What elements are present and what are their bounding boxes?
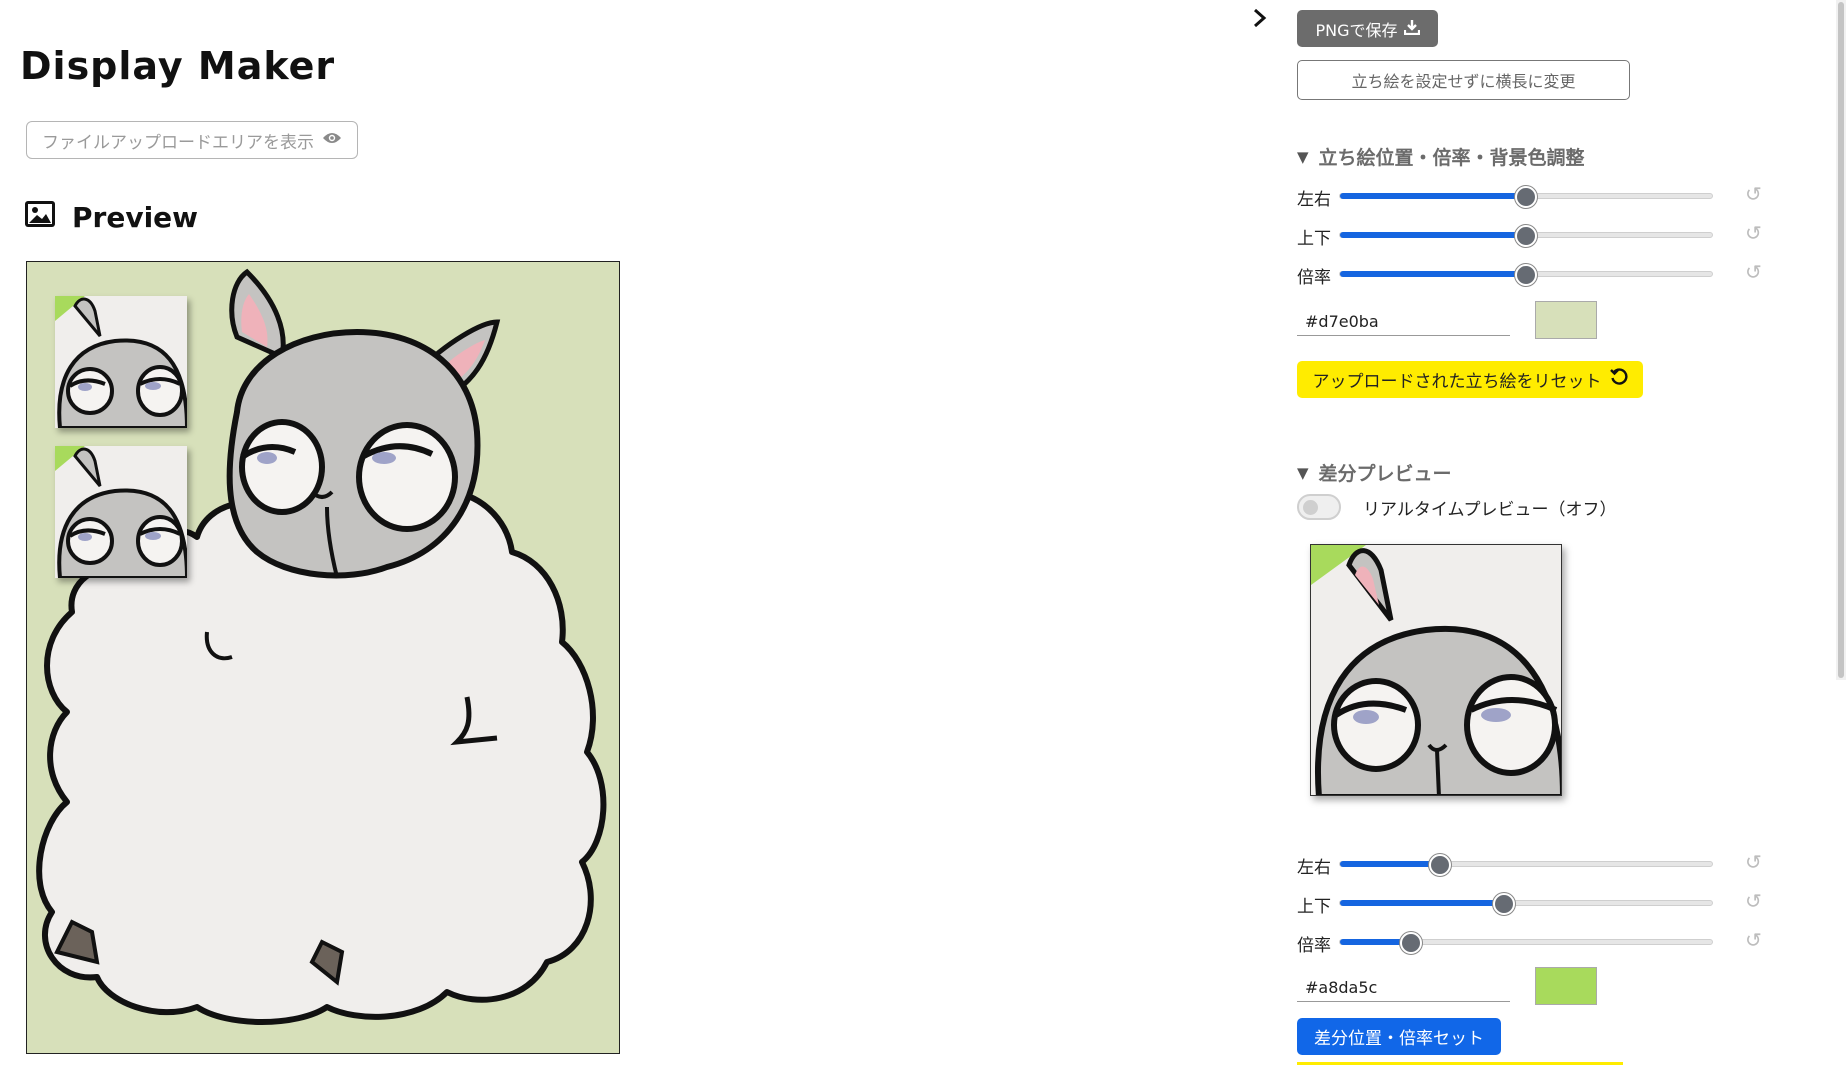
reset-icon[interactable]: ↺ — [1745, 182, 1762, 206]
diff-color-field[interactable] — [1297, 968, 1510, 1002]
background-color-field[interactable] — [1297, 302, 1510, 336]
slider-knob[interactable] — [1515, 225, 1537, 247]
position-section-header[interactable]: ▼ 立ち絵位置・倍率・背景色調整 — [1297, 143, 1585, 170]
slider-track[interactable] — [1339, 854, 1713, 876]
slider-horizontal: 左右 ↺ — [1297, 180, 1767, 210]
triangle-down-icon: ▼ — [1297, 147, 1309, 166]
slider-knob[interactable] — [1515, 186, 1537, 208]
app-title: Display Maker — [20, 44, 336, 88]
show-upload-area-button[interactable]: ファイルアップロードエリアを表示 — [26, 121, 358, 159]
save-png-label: PNGで保存 — [1315, 20, 1398, 40]
undo-icon — [1609, 368, 1628, 391]
slider-knob[interactable] — [1429, 854, 1452, 876]
diff-slider-scale: 倍率 ↺ — [1297, 926, 1767, 956]
eye-icon — [322, 130, 342, 150]
image-icon — [24, 200, 56, 235]
preview-heading: Preview — [24, 200, 198, 235]
slider-vertical: 上下 ↺ — [1297, 219, 1767, 249]
slider-scale: 倍率 ↺ — [1297, 258, 1767, 288]
reset-uploaded-button[interactable]: アップロードされた立ち絵をリセット — [1297, 361, 1643, 398]
diff-preview-image — [1310, 544, 1562, 796]
slider-fill — [1340, 900, 1504, 906]
diff-color-swatch[interactable] — [1535, 967, 1597, 1005]
slider-track[interactable] — [1339, 932, 1713, 954]
slider-label: 上下 — [1297, 897, 1331, 917]
slider-track[interactable] — [1339, 186, 1713, 208]
diff-thumbnail-1 — [55, 296, 187, 428]
reset-icon[interactable]: ↺ — [1745, 221, 1762, 245]
slider-knob[interactable] — [1399, 932, 1422, 954]
diff-section-title: 差分プレビュー — [1318, 463, 1452, 485]
preview-heading-text: Preview — [72, 201, 199, 234]
reset-uploaded-label: アップロードされた立ち絵をリセット — [1312, 372, 1602, 392]
reset-icon[interactable]: ↺ — [1745, 928, 1762, 952]
diff-section-header[interactable]: ▼ 差分プレビュー — [1297, 459, 1452, 486]
position-section-title: 立ち絵位置・倍率・背景色調整 — [1318, 147, 1585, 169]
chevron-right-icon[interactable] — [1252, 6, 1268, 36]
slider-track[interactable] — [1339, 264, 1713, 286]
show-upload-area-label: ファイルアップロードエリアを表示 — [42, 132, 314, 153]
slider-label: 倍率 — [1297, 936, 1331, 956]
slider-label: 倍率 — [1297, 268, 1331, 288]
slider-knob[interactable] — [1515, 264, 1537, 286]
page-scrollbar[interactable] — [1836, 0, 1846, 680]
slider-fill — [1340, 861, 1441, 867]
reset-icon[interactable]: ↺ — [1745, 889, 1762, 913]
landscape-button[interactable]: 立ち絵を設定せずに横長に変更 — [1297, 60, 1630, 100]
realtime-preview-label: リアルタイムプレビュー（オフ） — [1363, 499, 1617, 520]
slider-label: 左右 — [1297, 190, 1331, 210]
slider-fill — [1340, 232, 1526, 238]
slider-fill — [1340, 193, 1526, 199]
diff-slider-horizontal: 左右 ↺ — [1297, 848, 1767, 878]
slider-label: 左右 — [1297, 858, 1331, 878]
next-button-edge — [1297, 1062, 1623, 1065]
slider-label: 上下 — [1297, 229, 1331, 249]
set-diff-position-button[interactable]: 差分位置・倍率セット — [1297, 1018, 1501, 1055]
realtime-preview-row: リアルタイムプレビュー（オフ） — [1297, 494, 1616, 520]
slider-knob[interactable] — [1492, 893, 1515, 915]
reset-icon[interactable]: ↺ — [1745, 850, 1762, 874]
save-png-button[interactable]: PNGで保存 — [1297, 10, 1438, 47]
diff-slider-vertical: 上下 ↺ — [1297, 887, 1767, 917]
slider-track[interactable] — [1339, 225, 1713, 247]
diff-thumbnail-2 — [55, 446, 187, 578]
download-icon — [1403, 19, 1420, 39]
slider-fill — [1340, 271, 1526, 277]
reset-icon[interactable]: ↺ — [1745, 260, 1762, 284]
slider-track[interactable] — [1339, 893, 1713, 915]
preview-canvas[interactable] — [26, 261, 620, 1054]
triangle-down-icon: ▼ — [1297, 463, 1309, 482]
realtime-preview-toggle[interactable] — [1297, 494, 1341, 520]
background-color-swatch[interactable] — [1535, 301, 1597, 339]
